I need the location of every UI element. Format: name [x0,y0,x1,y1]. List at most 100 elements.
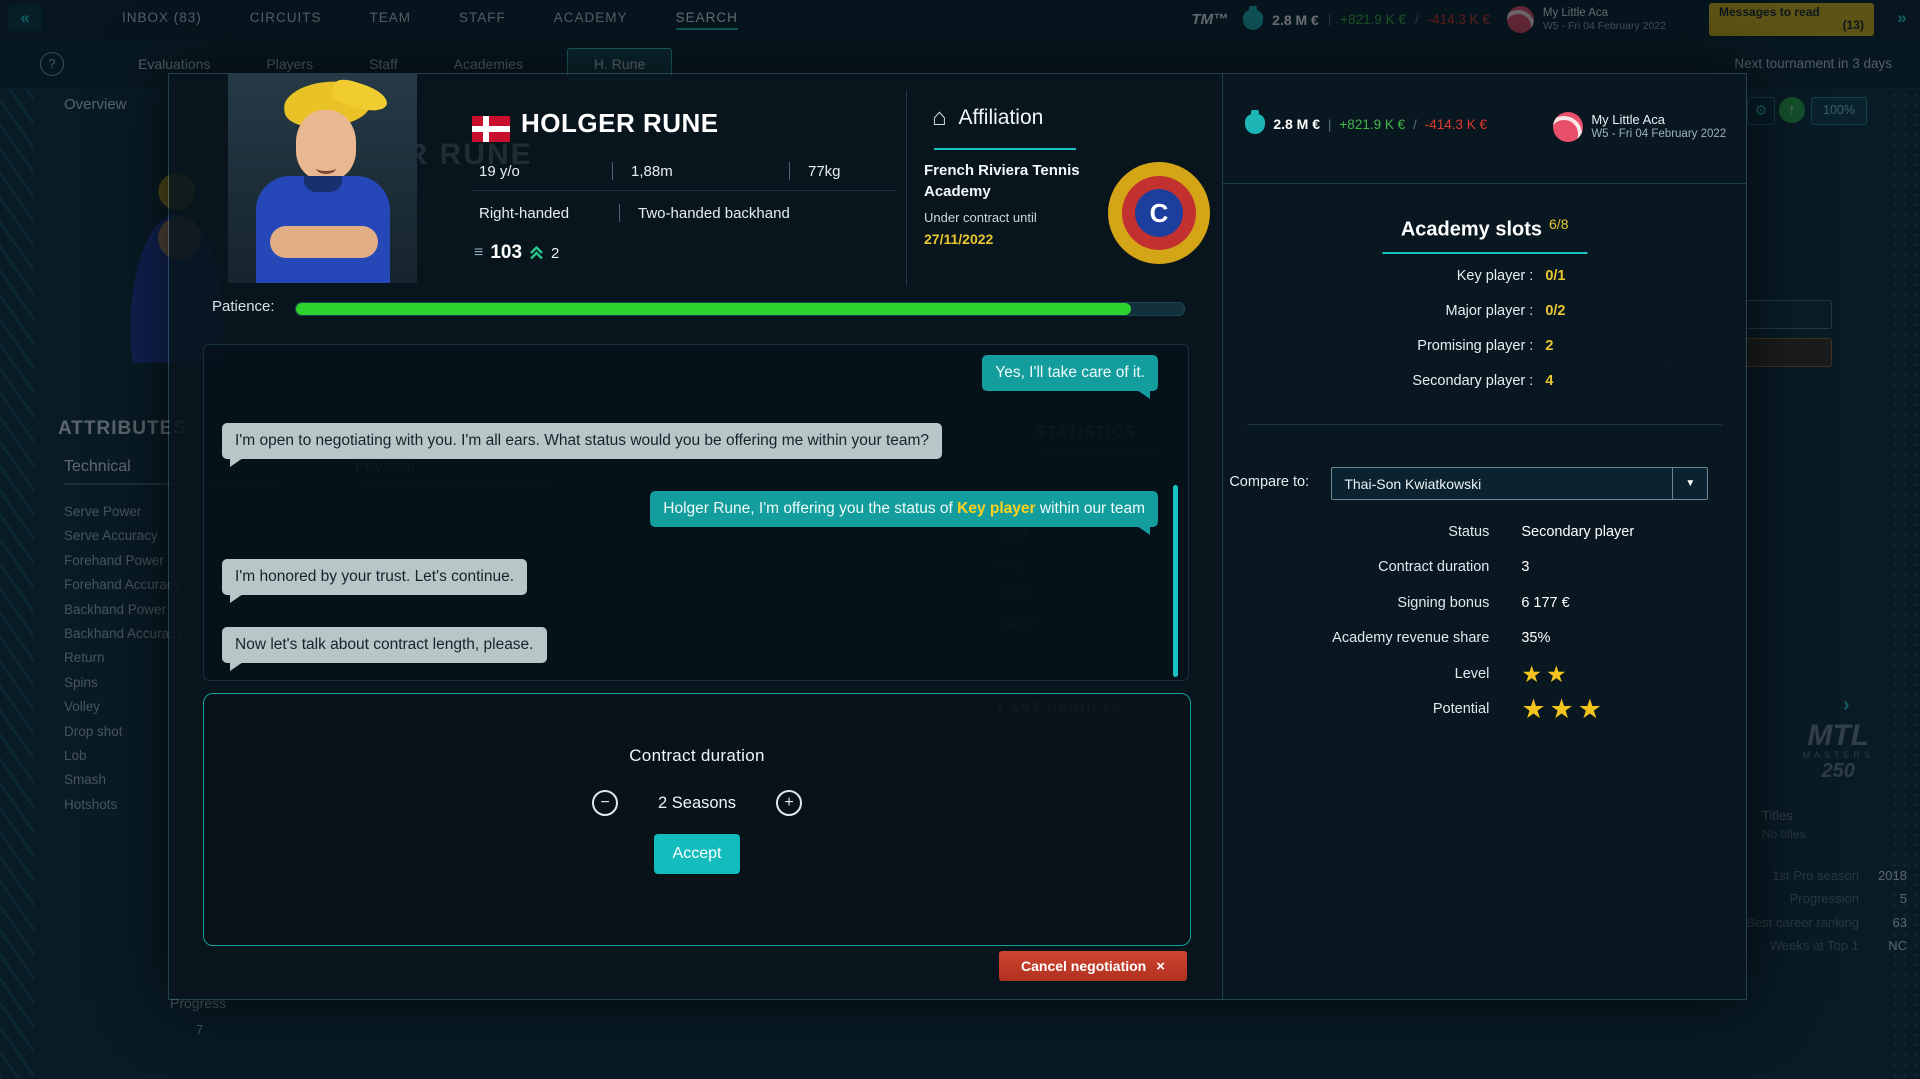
rank-up-icon [529,245,544,261]
collar-shape [304,176,342,192]
chat-row: Holger Rune, I'm offering you the status… [222,491,1170,527]
panel-header: 2.8 M € | +821.9 K € / -414.3 K € My Lit… [1223,74,1746,184]
negotiation-panel: HOLGER RUNE HOLGER RUNE 19 y/o 1,88m 77k… [169,74,1222,999]
detail-row: Signing bonus 6 177 € [1223,585,1746,621]
detail-row: Potential ★★★ [1223,692,1746,728]
player-name: HOLGER RUNE [521,108,719,139]
patience-label: Patience: [212,298,275,315]
ranking-icon: ≡ [474,244,483,262]
academy-side-panel: 2.8 M € | +821.9 K € / -414.3 K € My Lit… [1222,74,1746,999]
slot-value: 4 [1545,373,1746,389]
chat-bubble: Now let's talk about contract length, pl… [222,627,547,663]
academy-info: My Little Aca W5 - Fri 04 February 2022 [1591,112,1741,142]
affiliation-title: Affiliation [959,106,1044,130]
slot-row: Major player : 0/2 [1223,293,1746,328]
separator: | [1328,117,1331,132]
player-backhand: Two-handed backhand [620,205,790,222]
academy-building-icon: ⌂ [932,104,947,132]
chat-bubble: I'm honored by your trust. Let's continu… [222,559,527,595]
level-stars: ★★ [1521,661,1746,687]
detail-row: Contract duration 3 [1223,550,1746,586]
bubble-text: Holger Rune, I'm offering you the status… [663,500,957,517]
negotiation-modal: HOLGER RUNE HOLGER RUNE 19 y/o 1,88m 77k… [168,73,1747,1000]
increase-duration-button[interactable]: + [776,790,802,816]
affiliation-header: ⌂ Affiliation [932,104,1043,132]
slot-label: Secondary player : [1223,373,1533,389]
detail-label: Level [1223,666,1489,682]
detail-label: Status [1223,524,1489,540]
panel-money-row: 2.8 M € | +821.9 K € / -414.3 K € [1245,114,1487,134]
player-bio-row: 19 y/o 1,88m 77kg [479,158,841,184]
cancel-negotiation-button[interactable]: Cancel negotiation × [999,951,1187,981]
compare-to-label: Compare to: [1229,474,1309,490]
chat-row: Now let's talk about contract length, pl… [222,627,1170,663]
slots-underline [1382,252,1587,254]
detail-value: Secondary player [1521,524,1746,540]
ranking-value: 103 [490,242,522,264]
slot-label: Key player : [1223,268,1533,284]
detail-label: Potential [1223,701,1489,717]
chat-bubble: I'm open to negotiating with you. I'm al… [222,423,942,459]
accept-button[interactable]: Accept [654,834,740,874]
chat-row: I'm honored by your trust. Let's continu… [222,559,1170,595]
dropdown-selected-value: Thai-Son Kwiatkowski [1332,476,1672,492]
contract-duration-title: Contract duration [204,746,1190,766]
player-style-row: Right-handed Two-handed backhand [479,200,790,226]
detail-value: 35% [1521,630,1746,646]
slot-rows: Key player : 0/1 Major player : 0/2 Prom… [1223,258,1746,398]
chat-bubble: Yes, I'll take care of it. [982,355,1158,391]
player-weight: 77kg [790,163,841,180]
arms-shape [270,226,378,258]
academy-slots-title: Academy slots6/8 [1223,216,1746,241]
detail-value: 6 177 € [1521,595,1746,611]
player-handedness: Right-handed [479,205,619,222]
cancel-label: Cancel negotiation [1021,958,1146,974]
ranking-row: ≡ 103 2 [474,242,559,264]
game-date: W5 - Fri 04 February 2022 [1591,127,1741,142]
slot-label: Promising player : [1223,338,1533,354]
academy-avatar[interactable] [1553,112,1583,142]
detail-label: Signing bonus [1223,595,1489,611]
player-age: 19 y/o [479,163,612,180]
slot-row: Secondary player : 4 [1223,363,1746,398]
expense-value: -414.3 K € [1425,117,1487,132]
slot-value: 0/1 [1545,268,1746,284]
detail-label: Contract duration [1223,559,1489,575]
ranking-change: 2 [551,245,559,262]
balance-value: 2.8 M € [1273,116,1320,132]
decrease-duration-button[interactable]: − [592,790,618,816]
slot-row: Key player : 0/1 [1223,258,1746,293]
crest-ring: C [1122,176,1196,250]
slot-value: 2 [1545,338,1746,354]
chevron-down-icon: ▼ [1672,468,1707,499]
money-bag-icon [1245,114,1265,134]
duration-stepper: − 2 Seasons + [204,790,1190,816]
divider [1247,424,1722,425]
detail-value: 3 [1521,559,1746,575]
comparison-details: Status Secondary player Contract duratio… [1223,514,1746,727]
contract-end-date: 27/11/2022 [924,231,1102,247]
detail-row: Level ★★ [1223,656,1746,692]
chat-scrollbar[interactable] [1173,485,1178,677]
academy-crest-logo: C [1108,162,1210,264]
contract-offer-panel: Contract duration − 2 Seasons + Accept [203,693,1191,946]
chat-row: Yes, I'll take care of it. [222,355,1170,391]
patience-fill [296,303,1131,315]
highlighted-status: Key player [957,500,1035,517]
income-value: +821.9 K € [1339,117,1405,132]
slot-row: Promising player : 2 [1223,328,1746,363]
affiliation-underline [934,148,1076,150]
patience-bar [295,302,1185,316]
crest-center: C [1135,189,1183,237]
potential-stars: ★★★ [1521,695,1746,723]
slot-label: Major player : [1223,303,1533,319]
affiliated-academy-name: French Riviera Tennis Academy [924,160,1102,202]
divider [472,190,896,191]
slot-value: 0/2 [1545,303,1746,319]
chat-row: I'm open to negotiating with you. I'm al… [222,423,1170,459]
detail-row: Academy revenue share 35% [1223,621,1746,657]
under-contract-label: Under contract until [924,210,1102,225]
compare-player-dropdown[interactable]: Thai-Son Kwiatkowski ▼ [1331,467,1708,500]
separator: / [1413,117,1417,132]
duration-value: 2 Seasons [642,794,752,813]
